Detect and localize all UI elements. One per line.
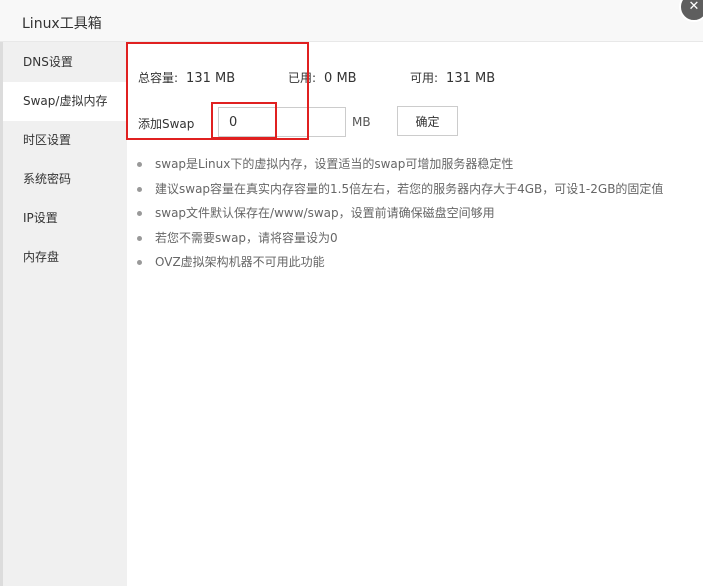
- sidebar: DNS设置 Swap/虚拟内存 时区设置 系统密码 IP设置 内存盘: [3, 42, 127, 586]
- confirm-button[interactable]: 确定: [397, 106, 458, 136]
- sidebar-item-timezone[interactable]: 时区设置: [3, 121, 127, 160]
- list-item: swap是Linux下的虚拟内存，设置适当的swap可增加服务器稳定性: [137, 156, 663, 181]
- swap-size-input[interactable]: [218, 107, 346, 137]
- free-capacity-value: 131 MB: [446, 71, 496, 86]
- dialog-title: Linux工具箱: [22, 16, 102, 32]
- swap-unit-label: MB: [352, 115, 371, 129]
- free-capacity-label: 可用:: [410, 71, 439, 85]
- list-item: swap文件默认保存在/www/swap，设置前请确保磁盘空间够用: [137, 205, 663, 230]
- linux-toolbox-dialog: Linux工具箱 ✕ DNS设置 Swap/虚拟内存 时区设置 系统密码 IP设…: [0, 0, 703, 586]
- add-swap-label: 添加Swap: [138, 117, 195, 131]
- used-capacity-value: 0 MB: [324, 71, 357, 86]
- used-capacity: 已用: 0 MB: [288, 69, 357, 86]
- list-item: OVZ虚拟架构机器不可用此功能: [137, 254, 663, 279]
- notes-list: swap是Linux下的虚拟内存，设置适当的swap可增加服务器稳定性 建议sw…: [137, 156, 663, 279]
- sidebar-item-ramdisk[interactable]: 内存盘: [3, 238, 127, 277]
- total-capacity-value: 131 MB: [186, 71, 236, 86]
- free-capacity: 可用: 131 MB: [410, 69, 495, 86]
- used-capacity-label: 已用:: [288, 71, 317, 85]
- total-capacity: 总容量: 131 MB: [138, 69, 235, 86]
- sidebar-item-ip[interactable]: IP设置: [3, 199, 127, 238]
- sidebar-item-password[interactable]: 系统密码: [3, 160, 127, 199]
- list-item: 若您不需要swap，请将容量设为0: [137, 230, 663, 255]
- sidebar-item-dns[interactable]: DNS设置: [3, 43, 127, 82]
- swap-panel: 总容量: 131 MB 已用: 0 MB 可用: 131 MB 添加Swap MB 确…: [127, 42, 703, 586]
- sidebar-item-swap[interactable]: Swap/虚拟内存: [3, 82, 127, 121]
- dialog-titlebar: Linux工具箱: [0, 0, 703, 42]
- list-item: 建议swap容量在真实内存容量的1.5倍左右，若您的服务器内存大于4GB，可设1…: [137, 181, 663, 206]
- total-capacity-label: 总容量:: [138, 71, 179, 85]
